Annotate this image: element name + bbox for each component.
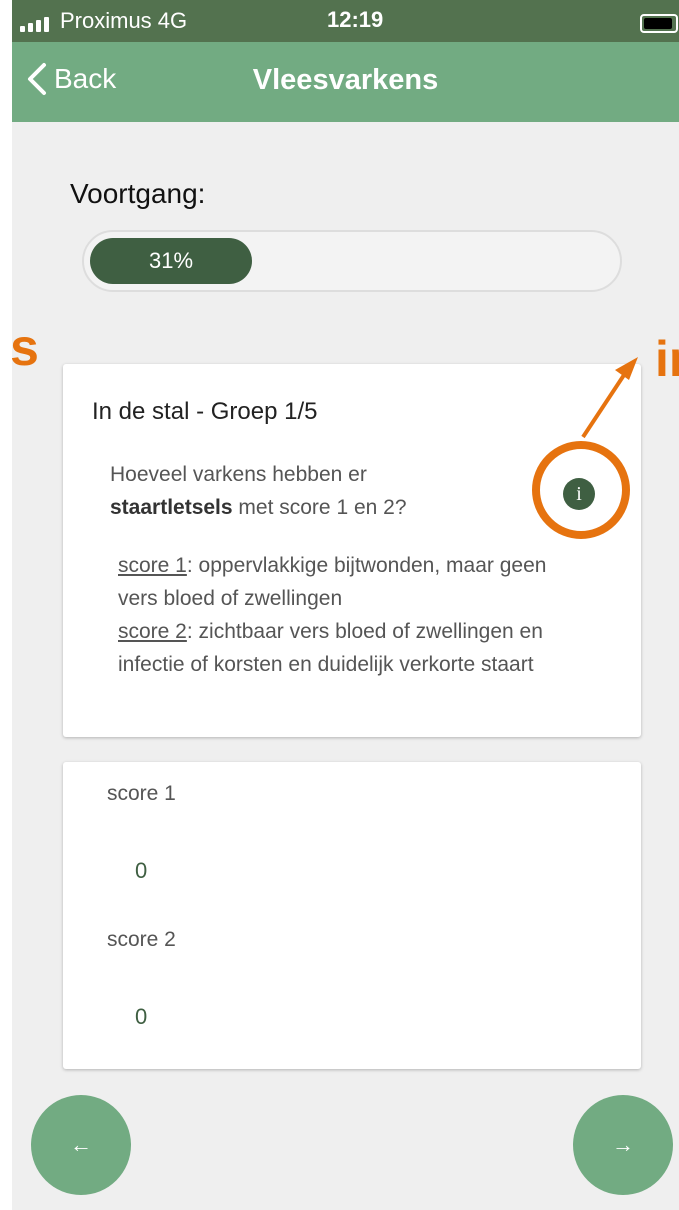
- question-text: Hoeveel varkens hebben er staartletsels …: [110, 458, 510, 524]
- annotation-text-left: s: [12, 319, 39, 377]
- arrow-left-icon: ←: [70, 1132, 92, 1157]
- answer-card: score 1 0 score 2 0: [63, 762, 641, 1069]
- question-suffix: met score 1 en 2?: [232, 496, 407, 519]
- progress-percent: 31%: [148, 248, 194, 273]
- app-screen: Proximus 4G 12:19 Back Vleesvarkens Voor…: [12, 0, 679, 1210]
- question-bold: staartletsels: [110, 496, 233, 519]
- score1-label: score 1: [107, 782, 176, 805]
- previous-button[interactable]: ←: [31, 1095, 131, 1195]
- question-prefix: Hoeveel varkens hebben er: [110, 463, 367, 486]
- carrier-label: Proximus 4G: [60, 8, 188, 33]
- page-title: Vleesvarkens: [252, 64, 439, 96]
- score2-input[interactable]: 0: [135, 1004, 147, 1030]
- progress-label: Voortgang:: [70, 178, 206, 209]
- status-bar: Proximus 4G 12:19: [12, 0, 679, 42]
- score1-input[interactable]: 0: [135, 858, 147, 884]
- score2-term: score 2: [118, 620, 187, 643]
- progress-bar: 31%: [82, 230, 622, 292]
- score2-label: score 2: [107, 928, 176, 951]
- signal-icon: [20, 17, 49, 32]
- score-definitions: score 1: oppervlakkige bijtwonden, maar …: [118, 549, 588, 681]
- question-card: In de stal - Groep 1/5 Hoeveel varkens h…: [63, 364, 641, 737]
- next-button[interactable]: →: [573, 1095, 673, 1195]
- arrow-right-icon: →: [612, 1132, 634, 1157]
- battery-icon: [640, 14, 678, 33]
- clock: 12:19: [327, 7, 384, 32]
- score1-term: score 1: [118, 554, 187, 577]
- navigation-bar: Back Vleesvarkens: [12, 42, 679, 122]
- progress-fill: 31%: [90, 238, 252, 284]
- group-title: In de stal - Groep 1/5: [92, 398, 318, 425]
- score1-definition: score 1: oppervlakkige bijtwonden, maar …: [118, 549, 588, 615]
- info-button[interactable]: i: [563, 478, 595, 510]
- info-icon: i: [576, 482, 582, 505]
- score2-definition: score 2: zichtbaar vers bloed of zwellin…: [118, 615, 588, 681]
- annotation-text-right: in: [655, 331, 679, 387]
